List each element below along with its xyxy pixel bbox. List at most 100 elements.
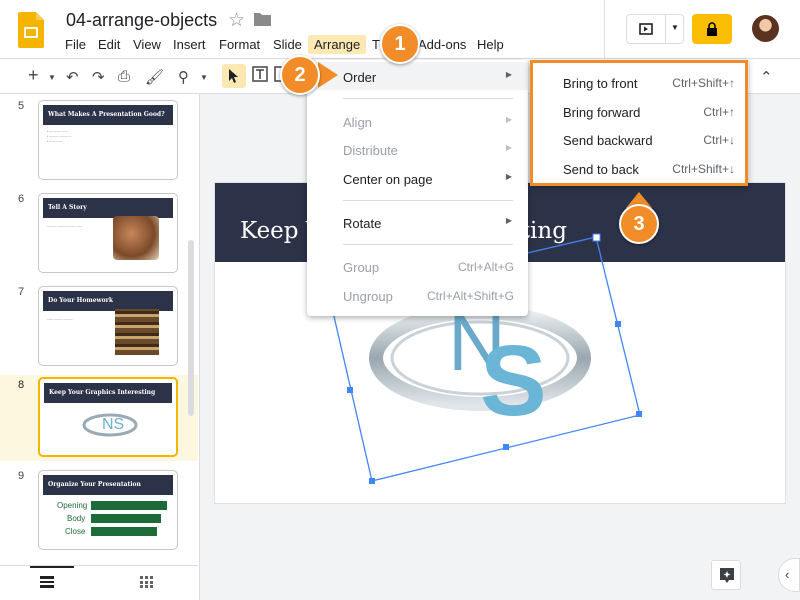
- menu-help[interactable]: Help: [477, 37, 504, 52]
- menu-separator: [343, 200, 513, 201]
- thumb-title: Keep Your Graphics Interesting: [49, 389, 156, 396]
- slide-thumbnail-5[interactable]: What Makes A Presentation Good? • ———— —…: [38, 100, 178, 180]
- step-callout-3: 3: [619, 204, 659, 244]
- slide-number: 6: [18, 193, 25, 205]
- menu-item-ungroup[interactable]: Ungroup Ctrl+Alt+Shift+G: [307, 281, 528, 309]
- menu-insert[interactable]: Insert: [173, 37, 206, 52]
- star-icon[interactable]: ☆: [228, 9, 245, 32]
- order-submenu: Bring to front Ctrl+Shift+↑ Bring forwar…: [530, 60, 748, 186]
- cursor-icon: [229, 69, 238, 83]
- menu-item-shortcut: Ctrl+Alt+Shift+G: [426, 289, 514, 303]
- filmstrip-scrollbar[interactable]: [188, 240, 194, 416]
- slide-number: 5: [18, 100, 25, 112]
- menu-item-distribute[interactable]: Distribute ▶: [307, 135, 528, 163]
- svg-text:NS: NS: [102, 416, 124, 433]
- thumb-title: What Makes A Presentation Good?: [48, 111, 165, 118]
- select-tool[interactable]: [222, 64, 246, 88]
- thumb-title: Tell A Story: [48, 204, 87, 211]
- menu-item-label: Bring forward: [563, 105, 641, 120]
- grid-view-icon[interactable]: [140, 576, 153, 588]
- menu-item-label: Distribute: [343, 143, 398, 158]
- chevron-left-icon: ‹: [785, 567, 790, 582]
- present-button[interactable]: ▼: [626, 14, 684, 44]
- menu-item-label: Send to back: [563, 162, 639, 177]
- menu-item-label: Center on page: [343, 172, 433, 187]
- slide-number: 8: [18, 379, 25, 391]
- thumb-row-label: Opening: [57, 501, 88, 510]
- menu-item-label: Align: [343, 115, 372, 130]
- thumb-bar: [91, 527, 157, 536]
- menu-format[interactable]: Format: [219, 37, 260, 52]
- step-callout-1: 1: [380, 24, 420, 64]
- menu-item-label: Rotate: [343, 216, 382, 231]
- menu-item-group[interactable]: Group Ctrl+Alt+G: [307, 252, 528, 280]
- menu-item-shortcut: Ctrl+Shift+↑: [672, 76, 735, 90]
- menu-file[interactable]: File: [65, 37, 86, 52]
- slide-thumbnail-8[interactable]: Keep Your Graphics Interesting NS: [38, 377, 178, 457]
- menu-item-shortcut: Ctrl+Alt+G: [457, 260, 514, 274]
- slide-thumbnail-7[interactable]: Do Your Homework —— ——— ———: [38, 286, 178, 366]
- menu-item-label: Send backward: [563, 133, 653, 148]
- plus-icon[interactable]: +: [28, 65, 39, 86]
- menu-item-order[interactable]: Order ▶: [307, 62, 528, 90]
- print-icon[interactable]: ⎙: [118, 68, 130, 85]
- chevron-up-icon[interactable]: ⌃: [760, 68, 773, 86]
- thumb-bar: [91, 514, 161, 523]
- menu-arrange[interactable]: Arrange: [308, 35, 367, 54]
- lock-icon: [707, 22, 717, 36]
- submenu-arrow-icon: ▶: [505, 172, 512, 181]
- submenu-arrow-icon: ▶: [505, 70, 512, 79]
- submenu-arrow-icon: ▶: [505, 216, 512, 225]
- thumb-title: Organize Your Presentation: [48, 481, 141, 488]
- menu-item-shortcut: Ctrl+↓: [703, 133, 735, 147]
- slide-thumbnail-6[interactable]: Tell A Story ——— ——— ——— ——: [38, 193, 178, 273]
- arrange-menu: Order ▶ Align ▶ Distribute ▶ Center on p…: [307, 60, 528, 316]
- share-button[interactable]: [692, 14, 732, 44]
- thumb-bar: [91, 501, 167, 510]
- chevron-down-icon[interactable]: ▼: [200, 73, 208, 82]
- menu-separator: [343, 244, 513, 245]
- menu-item-shortcut: Ctrl+Shift+↓: [672, 162, 735, 176]
- menu-item-label: Group: [343, 260, 380, 275]
- menu-item-rotate[interactable]: Rotate ▶: [307, 208, 528, 236]
- slides-logo-icon[interactable]: [18, 12, 44, 48]
- menu-item-send-to-back[interactable]: Send to back Ctrl+Shift+↓: [533, 154, 745, 182]
- menu-item-shortcut: Ctrl+↑: [703, 105, 735, 119]
- menu-item-bring-forward[interactable]: Bring forward Ctrl+↑: [533, 97, 745, 125]
- filmstrip-view-bar: [0, 565, 198, 600]
- divider: [604, 0, 605, 58]
- textbox-icon[interactable]: [252, 66, 268, 86]
- menu-slide[interactable]: Slide: [273, 37, 302, 52]
- redo-icon[interactable]: ↷: [92, 68, 105, 86]
- submenu-arrow-icon: ▶: [505, 115, 512, 124]
- thumb-books-image: [115, 309, 159, 355]
- chevron-down-icon[interactable]: ▼: [48, 73, 56, 82]
- callout-pointer: [318, 62, 338, 88]
- slide-thumbnail-9[interactable]: Organize Your Presentation Opening Body …: [38, 470, 178, 550]
- menu-item-label: Bring to front: [563, 76, 638, 91]
- document-title[interactable]: 04-arrange-objects: [66, 10, 217, 31]
- avatar[interactable]: [752, 15, 779, 42]
- menu-view[interactable]: View: [133, 37, 161, 52]
- active-view-indicator: [30, 566, 74, 568]
- undo-icon[interactable]: ↶: [66, 68, 79, 86]
- thumb-row-label: Close: [65, 527, 86, 536]
- menu-item-send-backward[interactable]: Send backward Ctrl+↓: [533, 125, 745, 153]
- slide-number: 9: [18, 470, 25, 482]
- menu-tools[interactable]: T: [372, 37, 380, 52]
- menu-item-bring-to-front[interactable]: Bring to front Ctrl+Shift+↑: [533, 68, 745, 96]
- thumb-photo: [113, 216, 159, 260]
- folder-icon[interactable]: [254, 12, 271, 26]
- chevron-down-icon[interactable]: ▼: [671, 23, 679, 32]
- explore-button[interactable]: [711, 560, 741, 590]
- zoom-icon[interactable]: ⚲: [178, 68, 189, 86]
- submenu-arrow-icon: ▶: [505, 143, 512, 152]
- menu-item-align[interactable]: Align ▶: [307, 107, 528, 135]
- slide-number: 7: [18, 286, 25, 298]
- present-icon: [639, 23, 653, 35]
- menu-addons[interactable]: Add-ons: [418, 37, 466, 52]
- menu-edit[interactable]: Edit: [98, 37, 120, 52]
- menu-item-center-on-page[interactable]: Center on page ▶: [307, 164, 528, 192]
- filmstrip-view-icon[interactable]: [40, 576, 54, 588]
- paint-format-icon[interactable]: 🖌: [145, 68, 164, 86]
